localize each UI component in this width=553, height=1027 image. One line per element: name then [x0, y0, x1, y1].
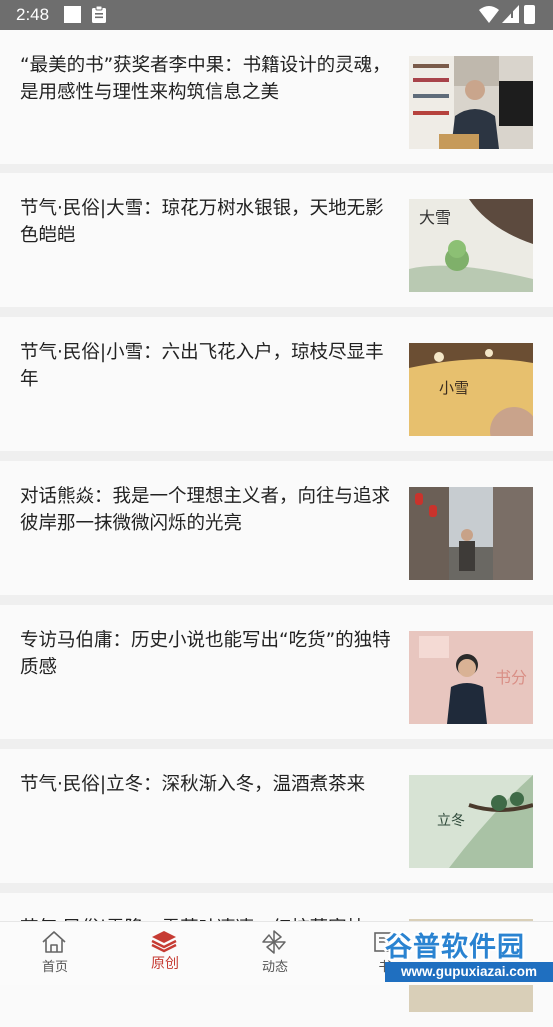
article-title: 节气·民俗|立冬：深秋渐入冬，温酒煮茶来	[20, 774, 366, 795]
article-title: “最美的书”获奖者李中果：书籍设计的灵魂，是用感性与理性来构筑信息之美	[20, 55, 391, 103]
article-title: 对话熊焱：我是一个理想主义者，向往与追求彼岸那一抹微微闪烁的光亮	[20, 486, 391, 534]
clipboard-icon	[92, 5, 106, 23]
house-icon	[42, 931, 66, 953]
article-card[interactable]: “最美的书”获奖者李中果：书籍设计的灵魂，是用感性与理性来构筑信息之美	[0, 30, 553, 164]
tab-label: 原创	[151, 956, 179, 972]
article-thumbnail: 大雪	[409, 199, 533, 292]
notification-square-icon	[64, 6, 81, 23]
watermark-title: 谷普软件园	[385, 932, 525, 963]
thumb-caption: 立冬	[437, 813, 465, 829]
article-thumbnail	[409, 56, 533, 149]
tab-label: 首页	[41, 960, 68, 975]
article-card[interactable]: 专访马伯庸：历史小说也能写出“吃货”的独特质感 书分	[0, 605, 553, 739]
article-card[interactable]: 节气·民俗|小雪：六出飞花入户，琼枝尽显丰年 小雪	[0, 317, 553, 451]
wifi-icon	[479, 6, 499, 23]
watermark-url: www.gupuxiazai.com	[385, 962, 553, 982]
article-card[interactable]: 节气·民俗|立冬：深秋渐入冬，温酒煮茶来 立冬	[0, 749, 553, 883]
article-thumbnail: 书分	[409, 631, 533, 724]
cellular-signal-icon	[502, 5, 519, 23]
article-card[interactable]: 节气·民俗|大雪：琼花万树水银银，天地无影色皑皑 大雪	[0, 173, 553, 307]
article-card[interactable]: 对话熊焱：我是一个理想主义者，向往与追求彼岸那一抹微微闪烁的光亮	[0, 461, 553, 595]
tab-activity[interactable]: 动态	[220, 922, 330, 985]
article-thumbnail: 小雪	[409, 343, 533, 436]
article-title: 节气·民俗|小雪：六出飞花入户，琼枝尽显丰年	[20, 342, 384, 390]
article-thumbnail	[409, 487, 533, 580]
tab-label: 动态	[261, 960, 288, 975]
pinwheel-icon	[262, 930, 286, 954]
thumb-caption: 小雪	[439, 379, 469, 397]
layers-icon	[151, 931, 177, 953]
article-title: 节气·民俗|大雪：琼花万树水银银，天地无影色皑皑	[20, 198, 384, 246]
tab-home[interactable]: 首页	[0, 922, 110, 985]
article-title: 专访马伯庸：历史小说也能写出“吃货”的独特质感	[20, 630, 391, 678]
tab-original[interactable]: 原创	[110, 922, 220, 985]
article-thumbnail: 立冬	[409, 775, 533, 868]
thumb-caption: 书分	[495, 668, 527, 687]
thumb-caption: 大雪	[419, 208, 451, 227]
status-bar: 2:48	[0, 0, 553, 30]
status-time: 2:48	[16, 5, 50, 24]
battery-icon	[524, 5, 535, 24]
site-watermark: 谷普软件园 www.gupuxiazai.com	[385, 925, 553, 984]
